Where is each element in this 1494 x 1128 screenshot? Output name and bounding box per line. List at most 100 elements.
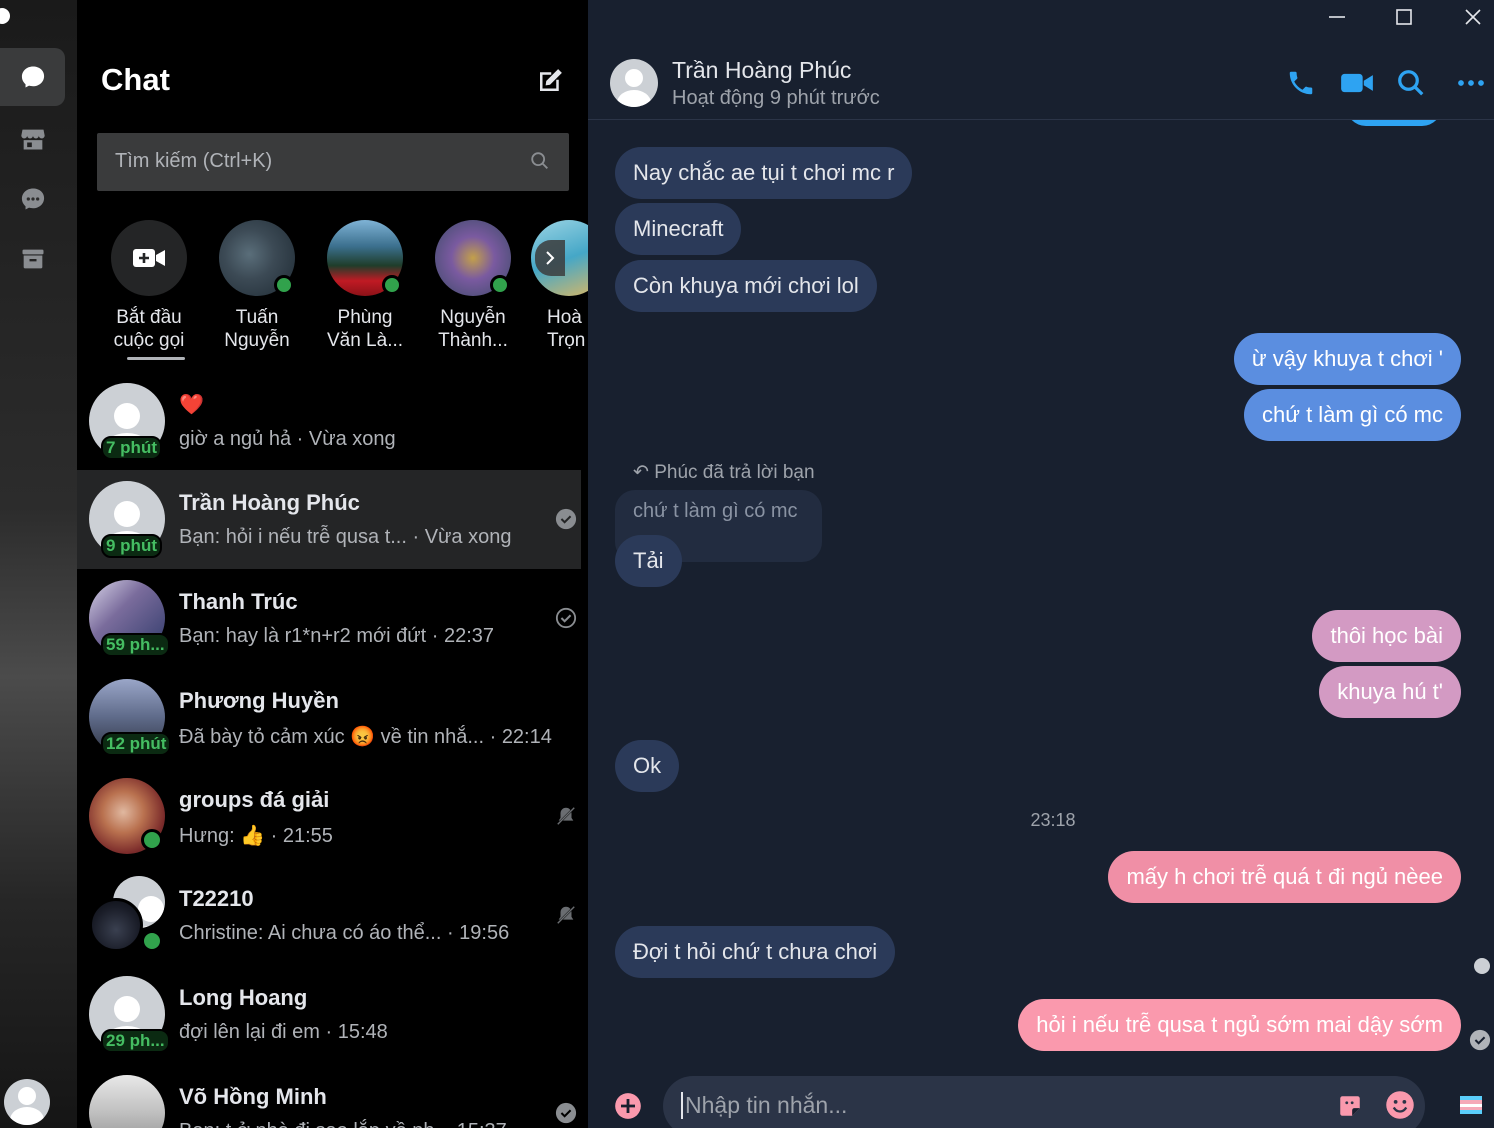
message-bubble-outgoing[interactable]: thôi học bài xyxy=(1312,610,1461,662)
contact-avatar xyxy=(435,220,511,296)
page-title: Chat xyxy=(101,62,170,97)
message-bubble-incoming[interactable]: Ok xyxy=(615,740,680,792)
message-bubble-incoming[interactable]: Minecraft xyxy=(615,203,742,255)
conversation-item[interactable]: groups đá giải Hưng: 👍 · 21:55 xyxy=(77,767,581,866)
conversation-preview: Đã bày tỏ cảm xúc 😡 về tin nhắ... · 22:1… xyxy=(179,726,552,748)
conversation-preview: Bạn: hay là r1*n+r2 mới đứt · 22:37 xyxy=(179,625,494,647)
message-bubble-outgoing[interactable]: khuya hú t' xyxy=(1319,666,1461,718)
rail-archive-button[interactable] xyxy=(0,230,65,288)
video-call-icon[interactable] xyxy=(1340,68,1374,98)
contact-status: Hoạt động 9 phút trước xyxy=(672,87,880,109)
more-options-icon[interactable] xyxy=(1456,68,1486,98)
video-call-icon xyxy=(111,220,187,296)
conversation-name: Võ Hồng Minh xyxy=(179,1084,327,1109)
reply-indicator: ↶ Phúc đã trả lời bạn xyxy=(633,461,815,484)
group-avatar-front xyxy=(89,898,143,952)
conversation-item[interactable]: Võ Hồng Minh Bạn: t ở nhà đi sao lắp về … xyxy=(77,1064,581,1128)
reaction-flag-icon[interactable] xyxy=(1460,1096,1482,1114)
phone-icon[interactable] xyxy=(1286,68,1316,98)
conversation-item[interactable]: 9 phút Trần Hoàng Phúc Bạn: hỏi i nếu tr… xyxy=(77,470,581,569)
timestamp-divider: 23:18 xyxy=(1030,810,1076,830)
message-input[interactable]: Nhập tin nhắn... xyxy=(681,1092,847,1119)
rail-requests-button[interactable] xyxy=(0,170,65,228)
conversation-name: Thanh Trúc xyxy=(179,589,298,614)
archive-icon xyxy=(22,249,43,269)
store-icon xyxy=(20,129,45,150)
story-selected-indicator xyxy=(127,357,185,360)
last-active-badge: 29 ph... xyxy=(101,1029,170,1053)
contact-name[interactable]: Trần Hoàng Phúc xyxy=(672,57,851,84)
delivered-check-icon xyxy=(555,1102,577,1124)
story-label: Tuấn Nguyễn xyxy=(224,307,290,351)
story-label: Bắt đầu cuộc gọi xyxy=(113,307,185,351)
last-active-badge: 9 phút xyxy=(101,534,162,558)
message-bubble-incoming[interactable]: Đợi t hỏi chứ t chưa chơi xyxy=(615,926,896,978)
delivered-check-icon xyxy=(1469,1029,1491,1051)
new-message-icon[interactable] xyxy=(535,66,565,96)
conversation-name: T22210 xyxy=(179,886,254,911)
conversation-item[interactable]: 12 phút Phương Huyền Đã bày tỏ cảm xúc 😡… xyxy=(77,668,581,767)
conversation-item[interactable]: T22210 Christine: Ai chưa có áo thể... ·… xyxy=(77,866,581,965)
chevron-right-icon xyxy=(546,251,555,265)
message-bubble-outgoing[interactable]: hỏi i nếu trễ qusa t ngủ sớm mai dậy sớm xyxy=(1018,999,1461,1051)
search-icon[interactable] xyxy=(1396,68,1426,98)
contact-avatar[interactable] xyxy=(610,59,658,107)
reply-arrow-icon: ↶ xyxy=(633,462,655,483)
search-input[interactable]: Tìm kiếm (Ctrl+K) xyxy=(115,150,272,173)
last-active-badge: 7 phút xyxy=(101,436,162,460)
conversation-name: groups đá giải xyxy=(179,787,330,812)
story-contact[interactable]: Phùng Văn Là... xyxy=(315,220,415,352)
message-bubble-incoming[interactable]: Còn khuya mới chơi lol xyxy=(615,260,877,312)
conversation-item[interactable]: 59 ph... Thanh Trúc Bạn: hay là r1*n+r2 … xyxy=(77,569,581,668)
contact-avatar xyxy=(327,220,403,296)
search-box[interactable]: Tìm kiếm (Ctrl+K) xyxy=(97,133,569,191)
chat-bubble-icon xyxy=(21,66,44,88)
stories-next-button[interactable] xyxy=(535,240,565,276)
emoji-icon[interactable] xyxy=(1385,1090,1415,1120)
story-contact[interactable]: Tuấn Nguyễn xyxy=(207,220,307,352)
conversation-name: Long Hoang xyxy=(179,985,308,1010)
profile-avatar[interactable] xyxy=(4,1079,50,1125)
close-icon[interactable] xyxy=(1462,6,1484,28)
delivered-check-icon xyxy=(555,508,577,530)
story-contact[interactable]: Nguyễn Thành... xyxy=(423,220,523,352)
reply-label-text: Phúc đã trả lời bạn xyxy=(654,462,815,483)
message-bubble-outgoing[interactable]: chứ t làm gì có mc xyxy=(1244,389,1461,441)
online-indicator xyxy=(274,275,294,295)
message-bubble-incoming[interactable]: Nay chắc ae tụi t chơi mc r xyxy=(615,147,913,199)
conversation-preview: giờ a ngủ hả · Vừa xong xyxy=(179,428,396,450)
message-bubble-incoming[interactable]: Tải xyxy=(615,535,682,587)
story-label: Phùng Văn Là... xyxy=(326,307,404,351)
conversation-preview: Bạn: hỏi i nếu trễ qusa t... · Vừa xong xyxy=(179,526,512,548)
message-input-box[interactable]: Nhập tin nhắn... xyxy=(663,1076,1425,1128)
online-indicator xyxy=(490,275,510,295)
conversation-preview: đợi lên lại đi em · 15:48 xyxy=(179,1021,388,1043)
contact-avatar xyxy=(219,220,295,296)
sticker-icon[interactable] xyxy=(1337,1093,1363,1119)
message-requests-icon xyxy=(21,188,44,210)
minimize-icon[interactable] xyxy=(1326,6,1348,28)
chat-list-panel: Chat Tìm kiếm (Ctrl+K) Bắt đầu cuộc gọi … xyxy=(77,0,588,1128)
seen-avatar xyxy=(1474,958,1490,974)
online-indicator xyxy=(141,930,163,952)
rail-marketplace-button[interactable] xyxy=(0,110,65,168)
add-attachment-icon[interactable] xyxy=(614,1092,642,1120)
avatar xyxy=(89,1075,165,1128)
start-call-story[interactable]: Bắt đầu cuộc gọi xyxy=(99,220,199,352)
maximize-icon[interactable] xyxy=(1393,6,1415,28)
conversation-item[interactable]: 29 ph... Long Hoang đợi lên lại đi em · … xyxy=(77,965,581,1064)
muted-bell-icon xyxy=(556,905,576,925)
app-rail xyxy=(0,0,77,1128)
conversation-preview: Hưng: 👍 · 21:55 xyxy=(179,825,333,847)
rail-chats-button[interactable] xyxy=(0,48,65,106)
conversation-preview: Christine: Ai chưa có áo thể... · 19:56 xyxy=(179,922,510,944)
muted-bell-icon xyxy=(556,806,576,826)
message-bubble-outgoing[interactable]: mấy h chơi trễ quá t đi ngủ nèee xyxy=(1108,851,1461,903)
conversation-item[interactable]: 7 phút ❤️ giờ a ngủ hả · Vừa xong xyxy=(77,372,581,471)
search-icon xyxy=(531,152,548,169)
online-indicator xyxy=(382,275,402,295)
conversation-header: Trần Hoàng Phúc Hoạt động 9 phút trước xyxy=(588,0,1494,120)
conversation-name: ❤️ xyxy=(179,394,204,416)
message-bubble-outgoing[interactable]: ừ vậy khuya t chơi ' xyxy=(1233,333,1461,385)
story-label: Hoà Trọn xyxy=(547,307,586,351)
